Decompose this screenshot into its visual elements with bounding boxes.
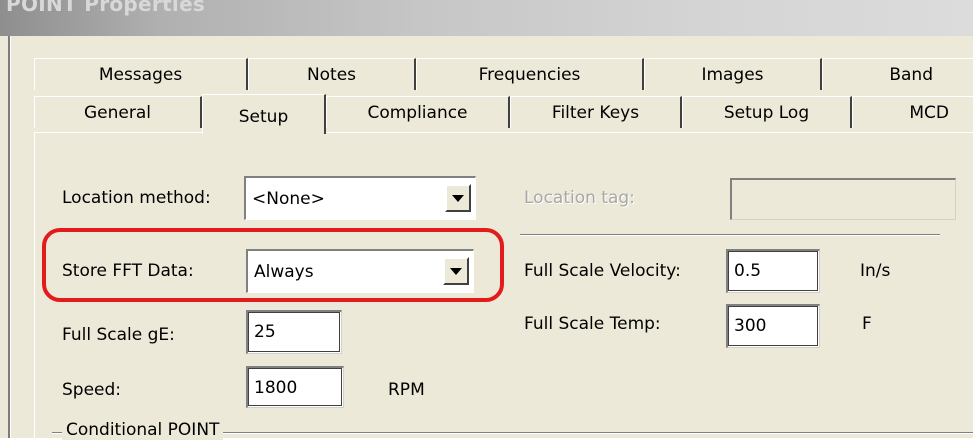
- tab-compliance[interactable]: Compliance: [326, 96, 510, 128]
- location-method-combo[interactable]: <None>: [244, 176, 476, 220]
- dropdown-arrow-icon[interactable]: [445, 184, 471, 212]
- tab-notes[interactable]: Notes: [248, 58, 416, 90]
- conditional-group-label: Conditional POINT: [62, 420, 224, 440]
- velocity-unit: In/s: [860, 261, 891, 281]
- location-method-value: <None>: [252, 189, 325, 209]
- tab-messages[interactable]: Messages: [34, 58, 248, 90]
- full-scale-temp-input[interactable]: 300: [726, 304, 820, 348]
- separator: [520, 234, 940, 236]
- tab-filter-keys[interactable]: Filter Keys: [510, 96, 682, 128]
- title-bar: POINT Properties: [0, 0, 973, 36]
- tab-setup[interactable]: Setup: [202, 94, 326, 134]
- highlight-annotation: [42, 228, 504, 302]
- tab-general[interactable]: General: [34, 96, 202, 128]
- tab-images[interactable]: Images: [644, 58, 822, 90]
- full-scale-temp-label: Full Scale Temp:: [524, 314, 661, 334]
- speed-label: Speed:: [62, 380, 122, 400]
- location-method-label: Location method:: [62, 188, 211, 208]
- tab-setup-log[interactable]: Setup Log: [682, 96, 852, 128]
- full-scale-velocity-input[interactable]: 0.5: [726, 249, 820, 293]
- dialog-frame-left: [8, 36, 11, 438]
- window-title: POINT Properties: [6, 0, 206, 16]
- location-tag-input: [730, 178, 956, 220]
- full-scale-ge-input[interactable]: 25: [246, 310, 342, 354]
- full-scale-ge-label: Full Scale gE:: [62, 325, 175, 345]
- tab-frequencies[interactable]: Frequencies: [416, 58, 644, 90]
- tab-band[interactable]: Band: [822, 58, 973, 90]
- tab-mcd[interactable]: MCD: [852, 96, 973, 128]
- full-scale-velocity-label: Full Scale Velocity:: [524, 261, 681, 281]
- location-tag-label: Location tag:: [524, 188, 635, 208]
- speed-unit: RPM: [388, 380, 425, 400]
- speed-input[interactable]: 1800: [246, 366, 344, 408]
- temp-unit: F: [862, 314, 872, 334]
